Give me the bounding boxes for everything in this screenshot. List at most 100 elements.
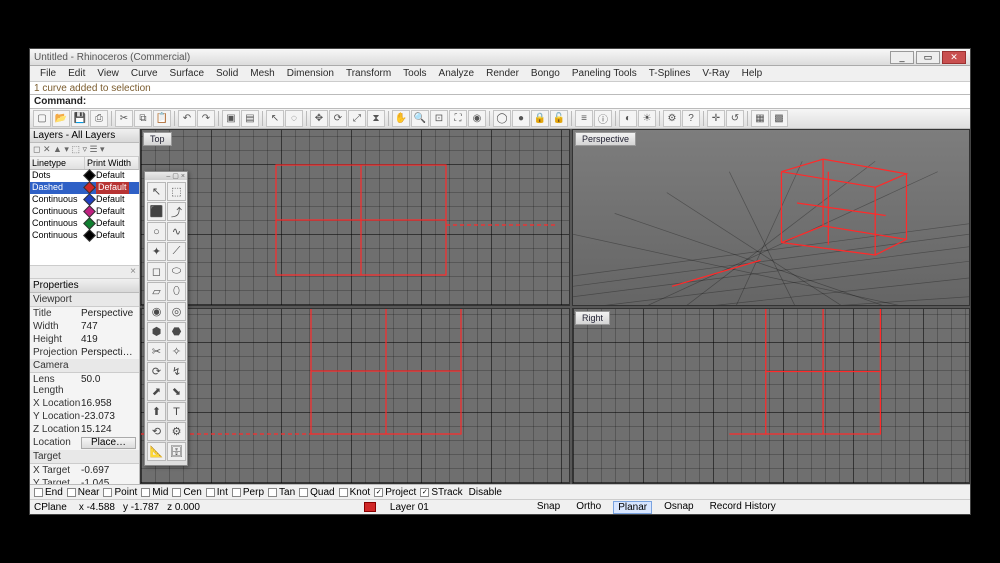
current-layer-name[interactable]: Layer 01 [390, 502, 429, 513]
move-button[interactable]: ✥ [310, 110, 328, 127]
menu-mesh[interactable]: Mesh [244, 67, 280, 80]
panel2-button[interactable]: ▩ [770, 110, 788, 127]
layer-row[interactable]: ContinuousDefault [30, 194, 139, 206]
tool-4[interactable]: ○ [147, 222, 166, 241]
layer-row[interactable]: ContinuousDefault [30, 230, 139, 242]
tool-15[interactable]: ⬣ [167, 322, 186, 341]
tool-27[interactable]: 🗄 [167, 442, 186, 461]
unlock-button[interactable]: 🔓 [550, 110, 568, 127]
projection-dropdown[interactable]: Perspecti… [81, 347, 136, 358]
rotate-button[interactable]: ⟳ [329, 110, 347, 127]
osnap-int[interactable]: Int [206, 487, 228, 498]
floating-toolbar-header[interactable]: –▢× [145, 172, 187, 180]
show-button[interactable]: ● [512, 110, 530, 127]
menu-dimension[interactable]: Dimension [281, 67, 340, 80]
layer-row[interactable]: DotsDefault [30, 170, 139, 182]
viewport-perspective-label[interactable]: Perspective [575, 132, 636, 146]
tool-5[interactable]: ∿ [167, 222, 186, 241]
zoom-extents-button[interactable]: ⛶ [449, 110, 467, 127]
viewport-perspective[interactable]: Perspective [572, 129, 970, 306]
command-line[interactable]: Command: [30, 95, 970, 109]
col-linetype[interactable]: Linetype [30, 157, 85, 169]
tool-10[interactable]: ▱ [147, 282, 166, 301]
shade-button[interactable]: ◐ [619, 110, 637, 127]
viewport-right-label[interactable]: Right [575, 311, 610, 325]
osnap-project[interactable]: Project [374, 487, 416, 498]
panel-divider-close[interactable] [30, 265, 139, 279]
tool-13[interactable]: ◎ [167, 302, 186, 321]
tool-20[interactable]: ⬈ [147, 382, 166, 401]
toggle-planar[interactable]: Planar [613, 501, 652, 514]
scale-button[interactable]: ⤢ [348, 110, 366, 127]
tool-21[interactable]: ⬊ [167, 382, 186, 401]
ungroup-button[interactable]: ▤ [241, 110, 259, 127]
cut-button[interactable]: ✂ [115, 110, 133, 127]
tool-12[interactable]: ◉ [147, 302, 166, 321]
tool-17[interactable]: ✧ [167, 342, 186, 361]
viewport-top[interactable]: Top [140, 129, 570, 306]
menu-v-ray[interactable]: V-Ray [696, 67, 735, 80]
menu-view[interactable]: View [91, 67, 125, 80]
camera-place-button[interactable]: Place… [81, 437, 136, 449]
tool-3[interactable]: ⤴ [167, 202, 186, 221]
snap-button[interactable]: ✛ [707, 110, 725, 127]
current-layer-swatch[interactable] [364, 502, 376, 512]
pan-button[interactable]: ✋ [392, 110, 410, 127]
open-file-button[interactable]: 📂 [52, 110, 70, 127]
select-button[interactable]: ↖ [266, 110, 284, 127]
osnap-quad[interactable]: Quad [299, 487, 334, 498]
menu-t-splines[interactable]: T-Splines [643, 67, 697, 80]
layers-toolbar[interactable]: ◻ ✕ ▲ ▾ ⬚ ▿ ☰ ▾ [30, 143, 139, 157]
tool-22[interactable]: ⬆ [147, 402, 166, 421]
copy-button[interactable]: ⧉ [134, 110, 152, 127]
menu-bongo[interactable]: Bongo [525, 67, 566, 80]
col-printwidth[interactable]: Print Width [85, 157, 139, 169]
paste-button[interactable]: 📋 [153, 110, 171, 127]
maximize-button[interactable]: ▭ [916, 51, 940, 64]
tool-2[interactable]: ⬛ [147, 202, 166, 221]
render-button[interactable]: ☀ [638, 110, 656, 127]
properties-button[interactable]: ⓘ [594, 110, 612, 127]
toggle-record-history[interactable]: Record History [706, 501, 780, 514]
menu-curve[interactable]: Curve [125, 67, 164, 80]
layer-button[interactable]: ≡ [575, 110, 593, 127]
zoom-button[interactable]: 🔍 [411, 110, 429, 127]
command-input[interactable] [90, 96, 966, 107]
toggle-snap[interactable]: Snap [533, 501, 564, 514]
redo-button[interactable]: ↷ [197, 110, 215, 127]
toggle-ortho[interactable]: Ortho [572, 501, 605, 514]
osnap-cen[interactable]: Cen [172, 487, 201, 498]
options-button[interactable]: ⚙ [663, 110, 681, 127]
hide-button[interactable]: ◯ [493, 110, 511, 127]
zoom-selected-button[interactable]: ◉ [468, 110, 486, 127]
layer-row[interactable]: ContinuousDefault [30, 206, 139, 218]
tool-18[interactable]: ⟳ [147, 362, 166, 381]
osnap-strack[interactable]: STrack [420, 487, 462, 498]
tool-19[interactable]: ↯ [167, 362, 186, 381]
menu-file[interactable]: File [34, 67, 62, 80]
tool-6[interactable]: ✦ [147, 242, 166, 261]
menu-solid[interactable]: Solid [210, 67, 244, 80]
menu-paneling-tools[interactable]: Paneling Tools [566, 67, 643, 80]
toggle-osnap[interactable]: Osnap [660, 501, 697, 514]
osnap-near[interactable]: Near [67, 487, 100, 498]
lock-button[interactable]: 🔒 [531, 110, 549, 127]
tool-23[interactable]: T [167, 402, 186, 421]
layer-row[interactable]: ContinuousDefault [30, 218, 139, 230]
minimize-button[interactable]: _ [890, 51, 914, 64]
menu-render[interactable]: Render [480, 67, 525, 80]
save-file-button[interactable]: 💾 [71, 110, 89, 127]
menu-analyze[interactable]: Analyze [433, 67, 481, 80]
close-button[interactable]: ✕ [942, 51, 966, 64]
zoom-window-button[interactable]: ⊡ [430, 110, 448, 127]
lasso-button[interactable]: ◌ [285, 110, 303, 127]
menu-tools[interactable]: Tools [397, 67, 432, 80]
tool-26[interactable]: 📐 [147, 442, 166, 461]
osnap-mid[interactable]: Mid [141, 487, 168, 498]
help-button[interactable]: ? [682, 110, 700, 127]
tool-16[interactable]: ✂ [147, 342, 166, 361]
osnap-point[interactable]: Point [103, 487, 137, 498]
undo-button[interactable]: ↶ [178, 110, 196, 127]
group-button[interactable]: ▣ [222, 110, 240, 127]
tool-1[interactable]: ⬚ [167, 182, 186, 201]
